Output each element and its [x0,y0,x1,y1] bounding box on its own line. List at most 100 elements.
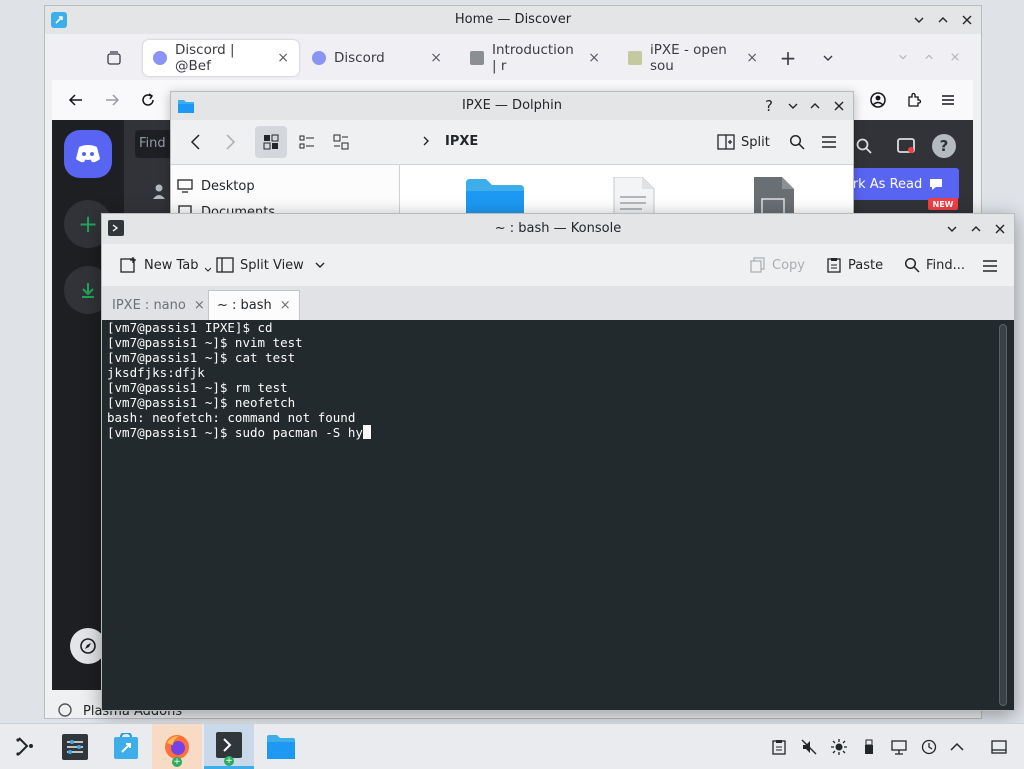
discover-close-button[interactable] [957,10,977,30]
dolphin-title: IPXE — Dolphin [462,98,562,113]
task-badge-icon: + [172,756,182,767]
places-item-label: Desktop [201,178,255,194]
compact-view-icon[interactable] [291,126,323,158]
account-icon[interactable] [868,90,888,110]
new-tab-button[interactable]: New Tab [114,250,217,280]
konsole-minimize-button[interactable] [942,219,962,239]
konsole-title: ~ : bash — Konsole [494,221,622,236]
terminal-scrollbar[interactable] [999,324,1007,706]
dolphin-close-button[interactable] [829,96,849,116]
details-view-icon[interactable] [325,126,357,158]
tab-close-icon[interactable]: × [588,50,600,66]
discover-titlebar[interactable]: Home — Discover [45,6,981,34]
show-hidden-icons-icon[interactable] [942,724,972,769]
power-profile-icon[interactable] [914,724,944,769]
mark-as-read-label: rk As Read [852,176,923,192]
find-label: Find... [926,257,966,273]
konsole-tab-bash[interactable]: ~ : bash × [208,290,300,320]
brightness-icon[interactable] [824,724,854,769]
firefox-tab[interactable]: iPXE - open sou × [618,40,768,76]
menu-icon[interactable] [938,90,958,110]
new-tab-button[interactable]: + [778,46,798,70]
friends-icon[interactable] [148,180,172,204]
inbox-icon[interactable] [894,134,918,158]
firefox-minimize-button[interactable] [896,50,910,64]
konsole-task[interactable]: + [204,724,254,769]
split-button[interactable]: Split [717,130,770,154]
reload-icon[interactable] [138,90,158,110]
terminal-line: [vm7@passis1 ~]$ neofetch [107,395,296,410]
application-launcher-icon[interactable] [8,730,42,764]
hamburger-menu-icon[interactable] [978,254,1002,278]
firefox-maximize-button[interactable] [922,50,936,64]
back-icon[interactable] [66,90,86,110]
tab-close-icon[interactable]: × [194,298,205,313]
dolphin-minimize-button[interactable] [783,96,803,116]
firefox-tab[interactable]: Introduction | r × [460,40,610,76]
dolphin-task[interactable] [256,724,306,769]
terminal-line: [vm7@passis1 ~]$ cat test [107,350,296,365]
konsole-tab-bar: IPXE : nano × ~ : bash × [102,286,1014,321]
konsole-maximize-button[interactable] [966,219,986,239]
whats-this-icon[interactable]: ? [759,96,779,116]
icons-view-icon[interactable] [255,126,287,158]
tab-close-icon[interactable]: × [280,298,291,313]
tab-label: Discord [334,50,385,66]
firefox-close-button[interactable] [948,50,962,64]
clipboard-icon[interactable] [764,724,794,769]
terminal-line: jksdfjks:dfjk [107,365,205,380]
terminal-line: [vm7@passis1 ~]$ nvim test [107,335,303,350]
firefox-tab[interactable]: Discord × [302,40,452,76]
discord-search-icon[interactable] [852,134,876,158]
breadcrumb-current[interactable]: IPXE [445,134,478,149]
list-all-tabs-icon[interactable] [818,48,838,68]
extensions-icon[interactable] [904,90,924,110]
chevron-down-icon [315,262,325,268]
tab-close-icon[interactable]: × [746,50,758,66]
konsole-titlebar[interactable]: ~ : bash — Konsole [102,214,1014,244]
volume-muted-icon[interactable] [794,724,824,769]
back-icon[interactable] [183,126,209,158]
firefox-tab[interactable]: Discord | @Bef × [143,40,299,76]
system-settings-task[interactable] [50,724,100,769]
hamburger-menu-icon[interactable] [817,130,841,154]
split-icon [717,134,735,150]
usb-device-icon[interactable] [854,724,884,769]
forward-icon[interactable] [102,90,122,110]
discover-title: Home — Discover [454,12,572,27]
find-button[interactable]: Find... [898,250,971,280]
firefox-task[interactable]: + [152,724,202,769]
discover-task[interactable] [101,724,151,769]
search-icon [904,257,920,273]
terminal-line: [vm7@passis1 ~]$ sudo pacman -S hy [107,425,363,440]
konsole-tab-nano[interactable]: IPXE : nano × [104,290,213,320]
tab-close-icon[interactable]: × [430,50,442,66]
konsole-close-button[interactable] [990,219,1010,239]
places-item-desktop[interactable]: Desktop [177,177,255,195]
copy-label: Copy [772,257,805,273]
discover-minimize-button[interactable] [909,10,929,30]
paste-button[interactable]: Paste [820,250,889,280]
mark-as-read-button[interactable]: rk As Read [838,168,959,200]
search-icon[interactable] [785,130,809,154]
discover-icon [114,732,138,759]
split-view-button[interactable]: Split View [210,250,332,280]
dolphin-toolbar: IPXE Split [171,120,853,165]
firefox-view-icon[interactable] [104,48,124,68]
tab-label: Discord | @Bef [175,42,235,74]
konsole-window: ~ : bash — Konsole New Tab Split View Co… [101,213,1015,711]
forward-icon[interactable] [217,126,243,158]
terminal-line: bash: neofetch: command not found [107,410,356,425]
dolphin-titlebar[interactable]: IPXE — Dolphin ? [171,92,853,120]
split-view-label: Split View [240,257,304,273]
show-desktop-icon[interactable] [984,724,1014,769]
discord-home-icon[interactable] [64,130,112,178]
copy-button[interactable]: Copy [744,250,811,280]
tab-close-icon[interactable]: × [277,50,289,66]
discover-maximize-button[interactable] [933,10,953,30]
dolphin-maximize-button[interactable] [805,96,825,116]
help-icon[interactable]: ? [932,134,956,158]
terminal-area[interactable]: [vm7@passis1 IPXE]$ cd [vm7@passis1 ~]$ … [102,320,1014,710]
paste-icon [827,258,841,273]
network-wired-icon[interactable] [884,724,914,769]
